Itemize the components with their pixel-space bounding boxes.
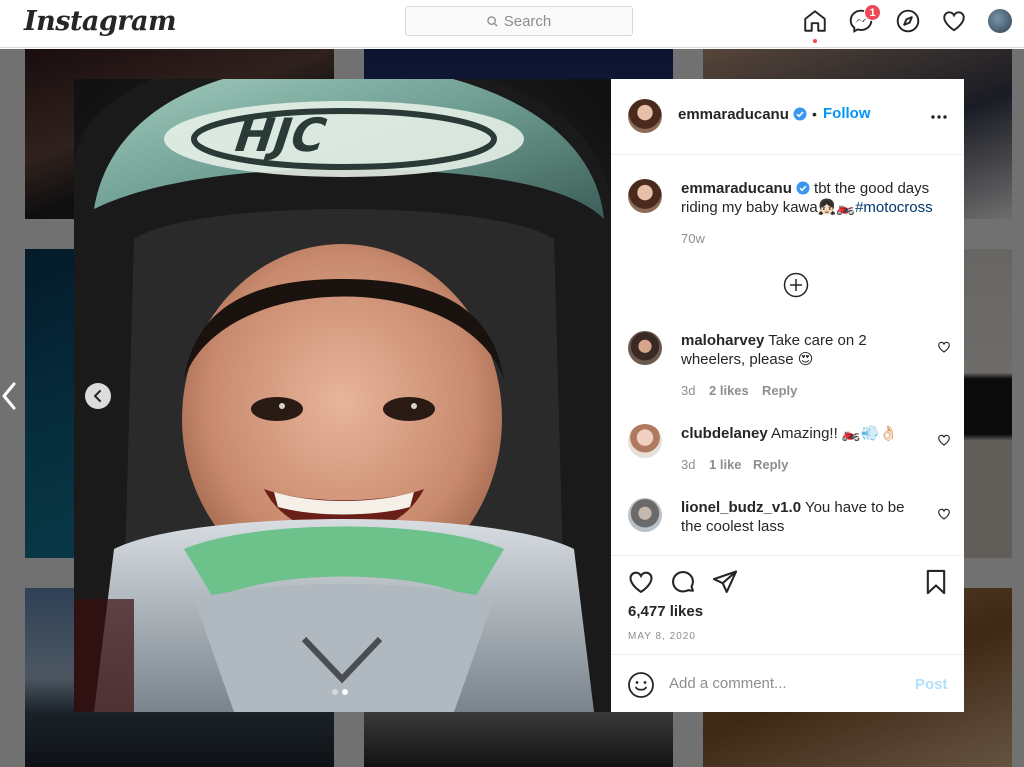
instagram-logo[interactable]: Instagram xyxy=(24,6,177,37)
comment-body: Amazing!! 🏍️💨👌🏻 xyxy=(771,425,898,442)
activity-heart-icon[interactable] xyxy=(941,8,967,34)
reply-button[interactable]: Reply xyxy=(762,383,797,398)
comment-like-count[interactable]: 2 likes xyxy=(709,383,749,398)
post-actions: 6,477 likes MAY 8, 2020 xyxy=(611,555,964,655)
like-heart-icon[interactable] xyxy=(627,568,655,596)
separator-dot: • xyxy=(812,106,817,122)
commenter-username[interactable]: lionel_budz_v1.0 xyxy=(681,499,801,516)
post-sidebar: emmaraducanu • Follow emmaraducanu tbt t… xyxy=(611,79,964,712)
comment-like-count-text: 1 like xyxy=(709,457,742,472)
comment-age[interactable]: 3d xyxy=(681,383,695,398)
comment-text: maloharvey Take care on 2 wheelers, plea… xyxy=(681,331,921,369)
like-comment-heart-icon[interactable] xyxy=(937,507,951,521)
commenter-avatar[interactable] xyxy=(628,331,662,365)
explore-icon[interactable] xyxy=(895,8,921,34)
like-count[interactable]: 6,477 likes xyxy=(628,603,703,620)
chevron-left-icon xyxy=(94,390,101,402)
post-photo: HJC xyxy=(74,79,611,712)
follow-button[interactable]: Follow xyxy=(823,105,871,122)
author-avatar[interactable] xyxy=(628,99,662,133)
carousel-indicator xyxy=(332,689,348,695)
comment-bubble-icon[interactable] xyxy=(669,568,697,596)
comment-like-count[interactable]: 1 like xyxy=(709,457,742,472)
post-date[interactable]: MAY 8, 2020 xyxy=(628,631,696,642)
post-comment-button[interactable]: Post xyxy=(915,676,948,693)
reply-label: Reply xyxy=(762,383,798,398)
home-icon[interactable] xyxy=(802,8,828,34)
search-placeholder: Search xyxy=(503,12,552,30)
carousel-dot xyxy=(332,689,338,695)
caption-username[interactable]: emmaraducanu xyxy=(681,180,792,197)
messages-badge: 1 xyxy=(864,4,881,21)
post-header: emmaraducanu • Follow xyxy=(611,79,964,155)
reply-label: Reply xyxy=(753,457,789,472)
search-icon xyxy=(486,15,498,27)
caption-text: emmaraducanu tbt the good days riding my… xyxy=(681,179,951,217)
top-nav: Instagram Search 1 xyxy=(0,0,1024,48)
verified-badge-icon xyxy=(793,107,807,121)
commenter-avatar[interactable] xyxy=(628,498,662,532)
caption-age[interactable]: 70w xyxy=(681,231,705,246)
home-active-indicator xyxy=(813,39,817,43)
emoji-smiley-icon[interactable] xyxy=(627,671,655,699)
comment-age[interactable]: 3d xyxy=(681,457,695,472)
comment-text: clubdelaney Amazing!! 🏍️💨👌🏻 xyxy=(681,424,921,443)
carousel-prev-button[interactable] xyxy=(85,383,111,409)
like-comment-heart-icon[interactable] xyxy=(937,340,951,354)
svg-text:HJC: HJC xyxy=(227,109,334,163)
author-username[interactable]: emmaraducanu xyxy=(678,106,789,123)
previous-post-arrow-icon[interactable] xyxy=(0,380,20,412)
post-media[interactable]: HJC xyxy=(74,79,611,712)
more-options-icon[interactable] xyxy=(929,109,949,125)
share-paper-plane-icon[interactable] xyxy=(711,568,739,596)
search-box[interactable]: Search xyxy=(405,6,633,36)
verified-badge-icon xyxy=(796,181,810,195)
comment-composer: Post xyxy=(611,654,964,712)
commenter-username[interactable]: clubdelaney xyxy=(681,425,768,442)
commenter-avatar[interactable] xyxy=(628,424,662,458)
comment-like-count-text: 2 likes xyxy=(709,383,749,398)
author-name-row: emmaraducanu xyxy=(678,106,807,124)
commenter-username[interactable]: maloharvey xyxy=(681,332,764,349)
save-bookmark-icon[interactable] xyxy=(922,568,950,596)
load-more-comments-icon[interactable] xyxy=(783,272,809,298)
reply-button[interactable]: Reply xyxy=(753,457,788,472)
comment-text: lionel_budz_v1.0 You have to be the cool… xyxy=(681,498,921,536)
caption-hashtag-link[interactable]: #motocross xyxy=(855,199,933,216)
profile-avatar[interactable] xyxy=(988,9,1012,33)
like-comment-heart-icon[interactable] xyxy=(937,433,951,447)
add-comment-input[interactable] xyxy=(669,675,899,692)
caption-avatar[interactable] xyxy=(628,179,662,213)
carousel-dot xyxy=(342,689,348,695)
